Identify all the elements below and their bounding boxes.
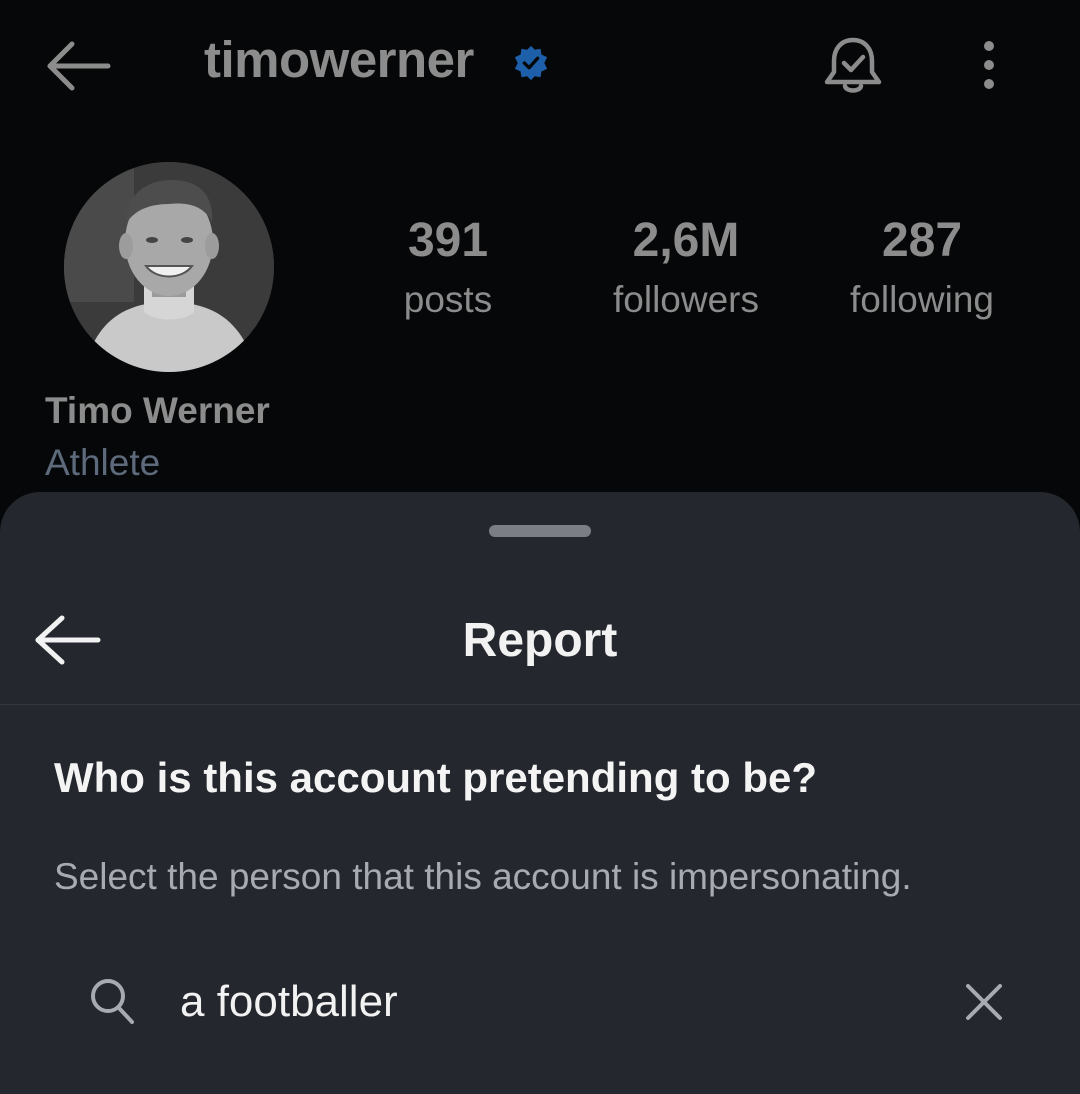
stat-followers-label: followers bbox=[613, 279, 759, 320]
screen: timowerner 391 posts 2,6M followers 287 … bbox=[0, 0, 1080, 1094]
sheet-drag-handle[interactable] bbox=[489, 525, 591, 537]
report-bottom-sheet: Report Who is this account pretending to… bbox=[0, 492, 1080, 1094]
profile-display-name: Timo Werner bbox=[45, 390, 270, 431]
report-question: Who is this account pretending to be? bbox=[54, 754, 817, 801]
stat-posts[interactable]: 391 posts bbox=[338, 212, 558, 330]
stat-followers-value: 2,6M bbox=[632, 214, 740, 267]
sheet-title: Report bbox=[462, 614, 618, 667]
stat-following-label: following bbox=[850, 279, 994, 320]
stat-posts-value: 391 bbox=[407, 214, 489, 267]
profile-top-bar: timowerner bbox=[0, 0, 1080, 130]
stat-following[interactable]: 287 following bbox=[812, 212, 1032, 330]
verified-badge-icon bbox=[514, 45, 548, 81]
search-icon bbox=[91, 979, 134, 1024]
profile-avatar[interactable] bbox=[64, 162, 274, 372]
close-icon[interactable] bbox=[962, 980, 1006, 1024]
more-options-icon[interactable] bbox=[972, 40, 1006, 90]
stat-followers[interactable]: 2,6M followers bbox=[576, 212, 796, 330]
search-input[interactable] bbox=[180, 974, 920, 1030]
divider bbox=[0, 704, 1080, 705]
report-subtext: Select the person that this account is i… bbox=[54, 856, 912, 897]
stat-posts-label: posts bbox=[403, 279, 493, 320]
profile-category: Athlete bbox=[45, 442, 161, 483]
search-bar bbox=[84, 966, 1024, 1040]
bell-check-icon[interactable] bbox=[822, 34, 884, 98]
stat-following-value: 287 bbox=[881, 214, 963, 267]
profile-username: timowerner bbox=[204, 31, 474, 88]
avatar-portrait-image bbox=[64, 162, 274, 372]
back-arrow-icon[interactable] bbox=[44, 40, 114, 92]
